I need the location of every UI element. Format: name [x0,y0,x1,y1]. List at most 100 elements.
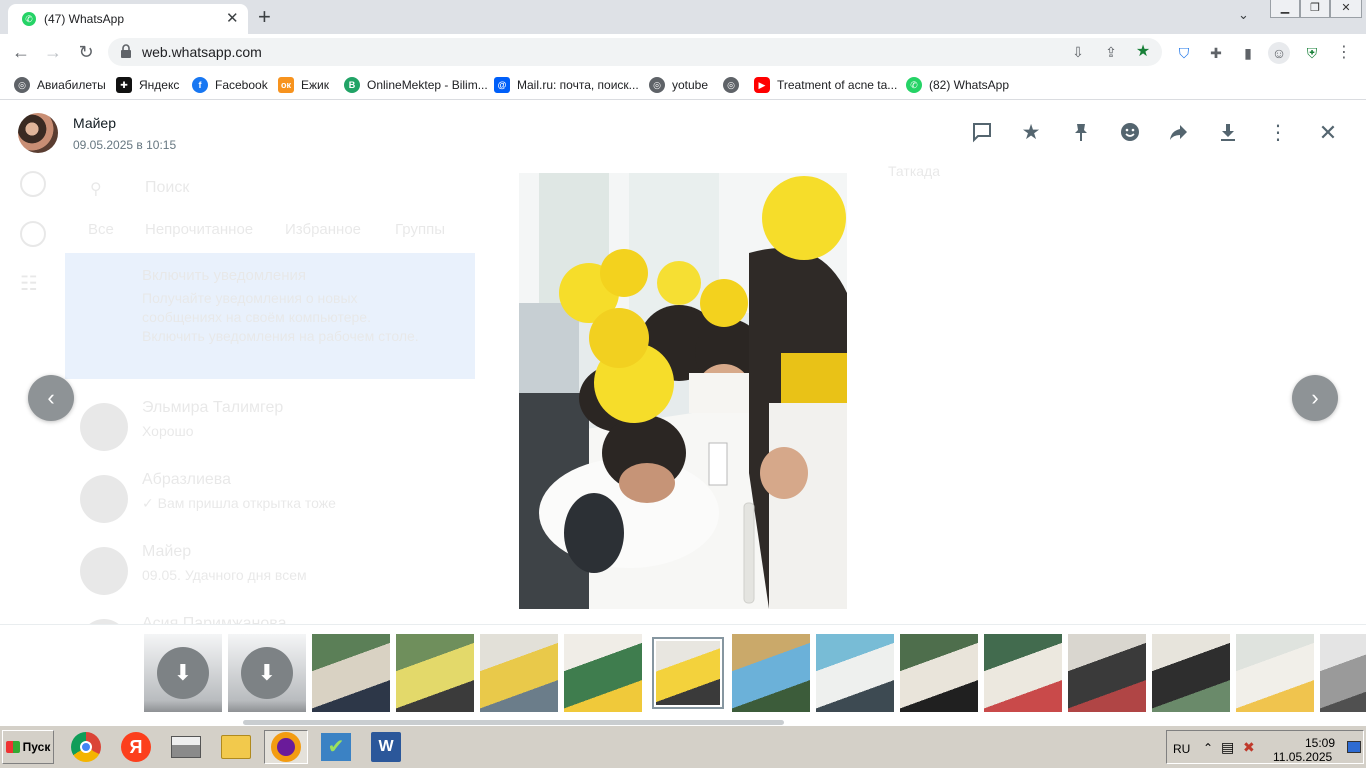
reload-icon[interactable]: ↻ [74,40,98,64]
chrome-icon [71,732,101,762]
security-shield-icon[interactable]: ⛨ [1301,42,1323,64]
side-panel-icon[interactable]: ▮ [1237,42,1259,64]
taskbar-explorer[interactable] [214,730,258,764]
bookmark-label: OnlineMektep - Bilim... [367,78,488,92]
bookmark-facebook[interactable]: f Facebook [192,76,268,94]
share-icon[interactable]: ⇪ [1101,42,1121,62]
thumbnail[interactable] [312,634,390,712]
profile-icon[interactable]: ☺ [1268,42,1290,64]
media-viewer: ☷ ⚲ Поиск Все Непрочитанное Избранное Гр… [0,101,1366,725]
bookmark-untitled[interactable]: ◎ [723,76,746,94]
new-tab-icon[interactable]: + [258,4,271,30]
window-close-icon[interactable]: ✕ [1330,0,1362,18]
thumbnail[interactable] [396,634,474,712]
browser-menu-icon[interactable]: ⋮ [1333,42,1355,64]
bookmark-aviabilety[interactable]: ◎ Авиабилеты [14,76,106,94]
thumbnail-download[interactable]: ⬇ [144,634,222,712]
bookmark-mailru[interactable]: @ Mail.ru: почта, поиск... [494,76,639,94]
thumbnail[interactable] [900,634,978,712]
bookmark-treatment-of-acne[interactable]: ▶ Treatment of acne ta... [754,76,897,94]
chat-name: Эльмира Талимгер [142,399,284,416]
language-indicator[interactable]: RU [1173,742,1190,756]
taskbar-yandex-browser[interactable]: Я [114,730,158,764]
facebook-icon: f [192,77,208,93]
start-label: Пуск [22,740,51,754]
taskbar-chrome[interactable] [64,730,108,764]
thumbnail[interactable] [1320,634,1366,712]
message-icon[interactable] [970,121,994,145]
clipboard-icon[interactable]: ▤ [1221,739,1234,756]
background-side-label: Таткада [888,163,940,179]
thumbnail[interactable] [564,634,642,712]
printer-icon [171,736,201,758]
thumbnail[interactable] [1068,634,1146,712]
onlinemektep-icon: B [344,77,360,93]
filter-all: Все [88,221,114,238]
communities-icon: ☷ [20,273,38,295]
chat-preview: ✓ Вам пришла открытка тоже [142,495,336,511]
avatar[interactable] [18,113,58,153]
browser-tab-whatsapp[interactable]: ✆ (47) WhatsApp ✕ [8,4,248,34]
bookmark-ezhik[interactable]: ок Ежик [278,76,329,94]
media-image[interactable] [519,173,847,609]
minimize-icon[interactable]: ▁ [1270,0,1300,18]
previous-media-button[interactable]: ‹ [28,375,74,421]
status-icon [20,171,46,197]
tab-title: (47) WhatsApp [44,12,125,26]
chevron-down-icon[interactable]: ⌄ [1238,7,1249,23]
thumbnail[interactable] [984,634,1062,712]
restore-icon[interactable]: ❐ [1300,0,1330,18]
thumbnail[interactable] [1236,634,1314,712]
thumbnail[interactable] [1152,634,1230,712]
network-icon[interactable]: ✖ [1243,739,1255,756]
taskbar-printer[interactable] [164,730,208,764]
chevron-up-icon[interactable]: ⌃ [1203,741,1213,755]
download-icon: ⬇ [241,647,293,699]
monitor-icon[interactable] [1347,741,1361,753]
forward-nav-icon[interactable]: → [41,40,65,64]
forward-icon[interactable] [1166,121,1190,145]
pin-icon[interactable] [1069,121,1093,145]
thumbnail[interactable] [816,634,894,712]
tab-close-icon[interactable]: ✕ [226,9,239,27]
bookmark-star-icon[interactable]: ★ [1133,42,1153,62]
bookmark-whatsapp[interactable]: ✆ (82) WhatsApp [906,76,1009,94]
channels-icon [20,221,46,247]
thumbnail-download[interactable]: ⬇ [228,634,306,712]
bookmark-onlinemektep[interactable]: B OnlineMektep - Bilim... [344,76,488,94]
filter-groups: Группы [395,221,445,238]
filter-favorites: Избранное [285,221,362,238]
lock-icon [121,44,131,58]
bookmark-yotube[interactable]: ◎ yotube [649,76,708,94]
start-button[interactable]: Пуск [2,730,54,764]
bookmark-label: Яндекс [139,78,180,92]
media-header: Майер 09.05.2025 в 10:15 ★ ⋮ ✕ [0,101,1366,163]
next-media-button[interactable]: › [1292,375,1338,421]
download-icon[interactable] [1216,121,1240,145]
extensions-icon[interactable]: ✚ [1205,42,1227,64]
sender-name[interactable]: Майер [73,115,116,131]
notification-title: Включить уведомления [142,267,307,284]
bookmark-yandex[interactable]: ✚ Яндекс [116,76,179,94]
taskbar-opera[interactable] [264,730,308,764]
back-icon[interactable]: ← [9,40,33,64]
download-icon: ⬇ [157,647,209,699]
taskbar-checkmark-app[interactable]: ✔ [314,730,358,764]
windows-taskbar: Пуск Я ✔ W RU ⌃ ▤ ✖ 15:09 11.05.2025 [0,725,1366,768]
clock-date[interactable]: 11.05.2025 [1273,750,1332,764]
install-app-icon[interactable]: ⇩ [1068,42,1088,62]
thumbnail[interactable] [732,634,810,712]
thumbnail[interactable] [480,634,558,712]
filter-unread: Непрочитанное [145,221,254,238]
clock-time[interactable]: 15:09 [1305,736,1335,750]
vpn-shield-icon[interactable]: ⛉ [1173,42,1195,64]
chat-search-input: Поиск [145,179,190,196]
address-bar[interactable]: web.whatsapp.com ⇩ ⇪ ★ [108,38,1162,66]
bookmark-label: (82) WhatsApp [929,78,1010,92]
thumbnail-active[interactable] [652,637,724,709]
star-icon[interactable]: ★ [1019,121,1043,145]
close-icon[interactable]: ✕ [1316,121,1340,145]
emoji-icon[interactable] [1118,121,1142,145]
taskbar-word[interactable]: W [364,730,408,764]
more-options-icon[interactable]: ⋮ [1266,121,1290,145]
